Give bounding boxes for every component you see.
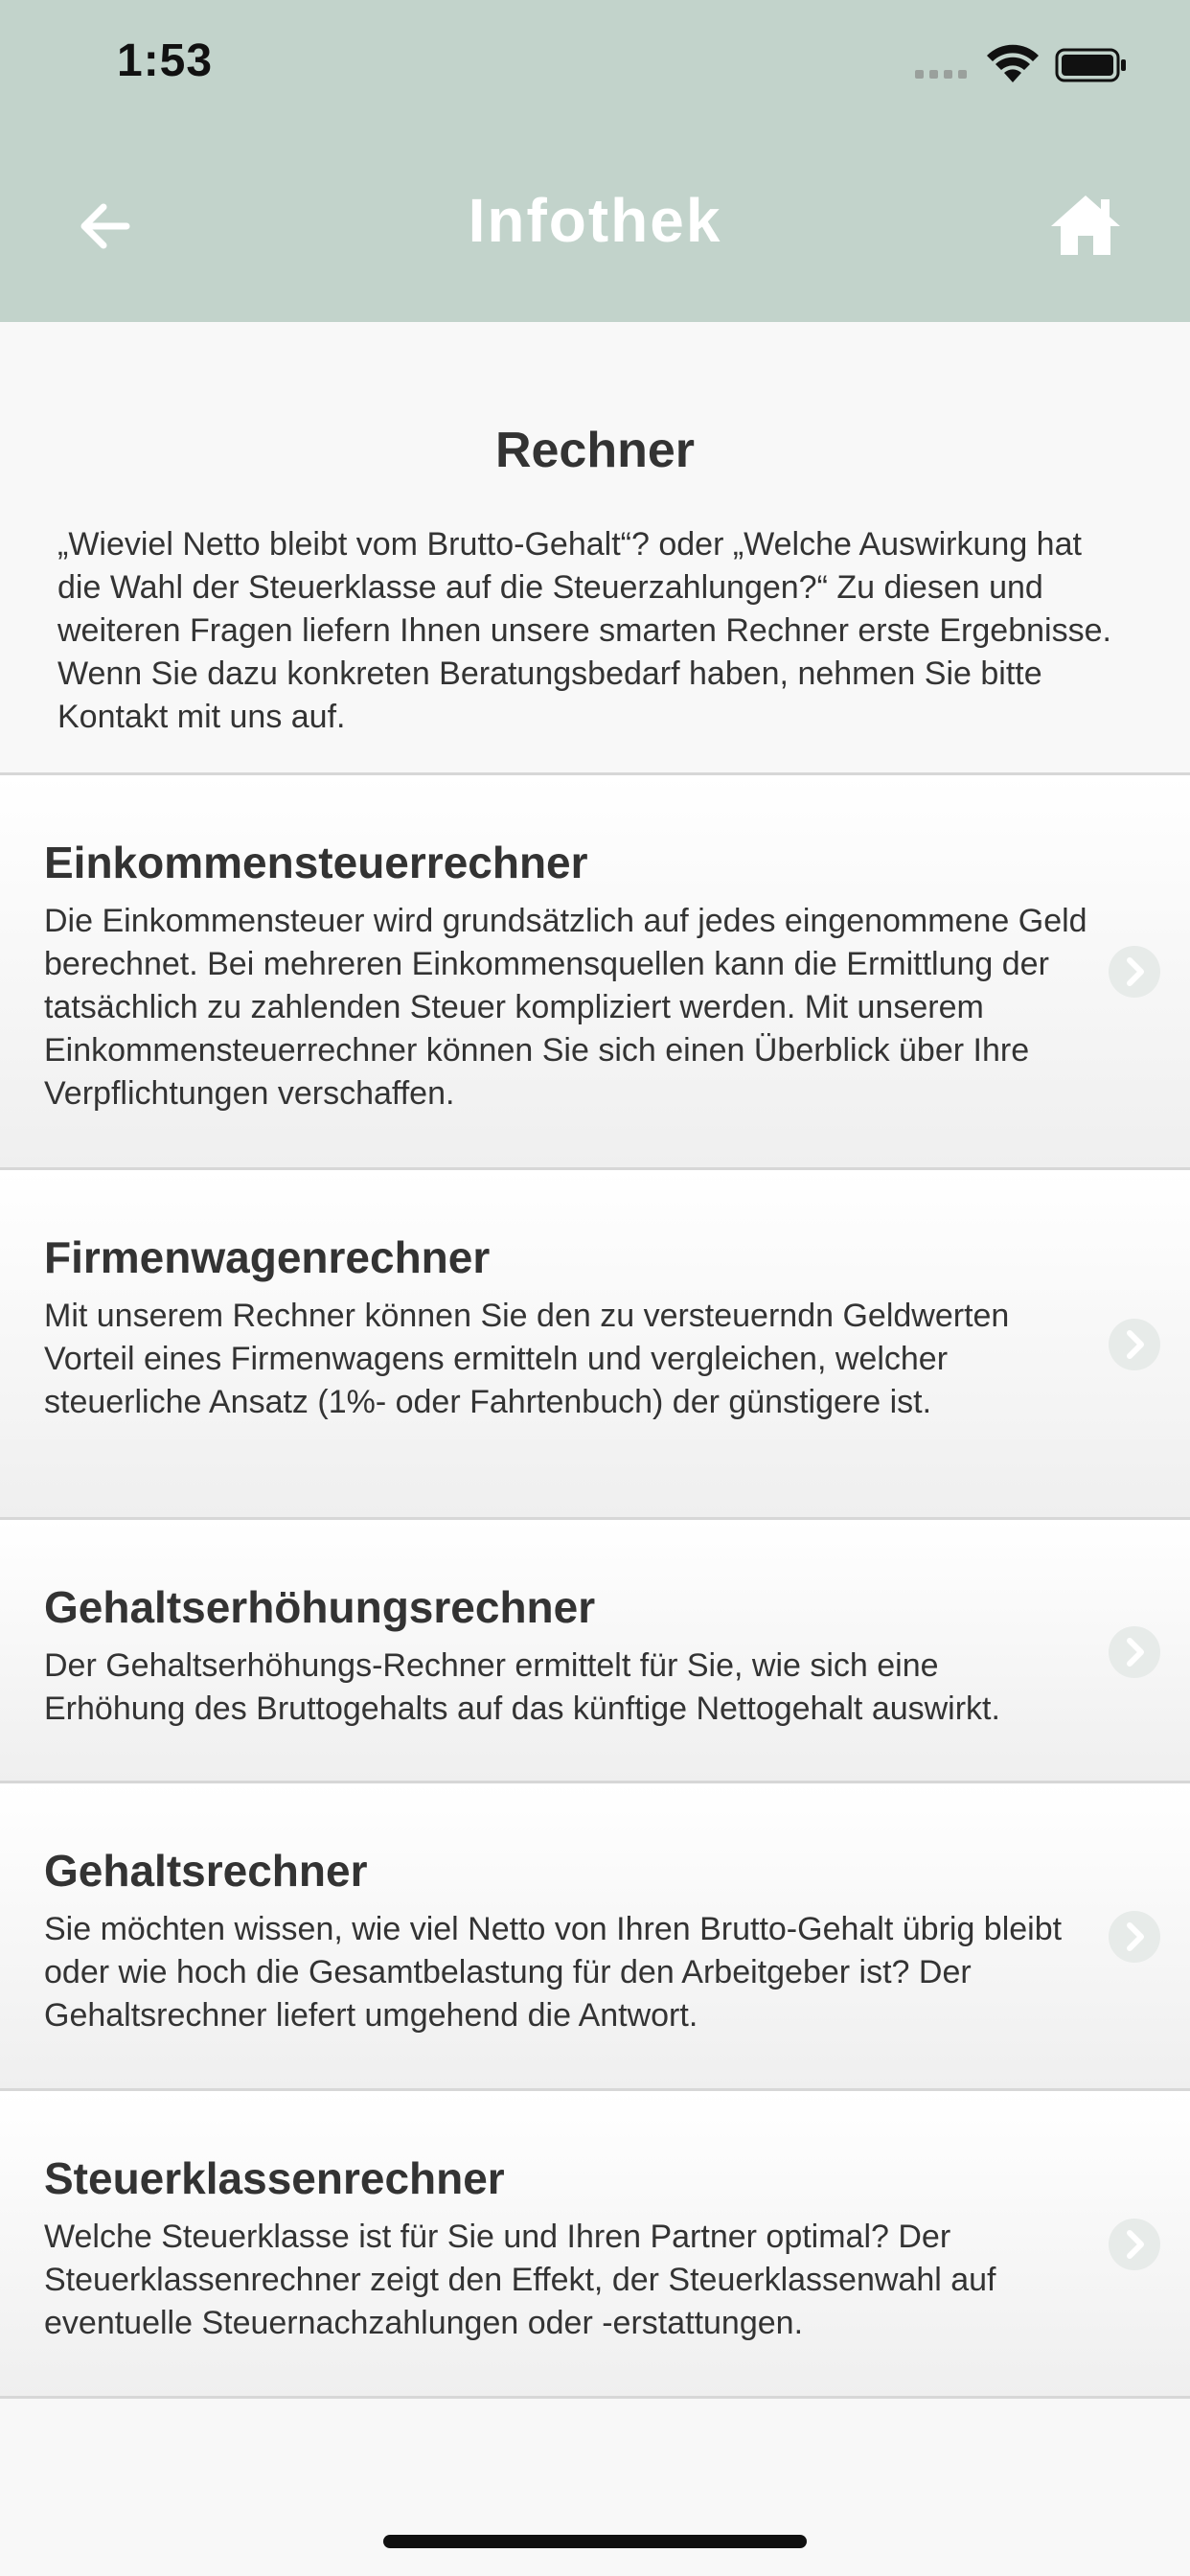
page-title: Infothek — [468, 186, 722, 255]
chevron-right-icon — [1109, 2219, 1160, 2270]
intro-section: Rechner „Wieviel Netto bleibt vom Brutto… — [0, 322, 1190, 775]
home-indicator[interactable] — [383, 2535, 807, 2548]
calculator-item-steuerklassen[interactable]: Steuerklassenrechner Welche Steuerklasse… — [0, 2091, 1190, 2399]
battery-icon — [1055, 48, 1126, 82]
item-description: Die Einkommensteuer wird grundsätzlich a… — [44, 903, 1087, 1112]
chevron-right-icon — [1109, 1911, 1160, 1963]
chevron-right-icon — [1109, 1626, 1160, 1678]
wifi-icon — [987, 44, 1039, 82]
item-title: Firmenwagenrechner — [44, 1232, 491, 1282]
status-time: 1:53 — [117, 35, 214, 86]
home-icon[interactable] — [1049, 192, 1122, 259]
item-description: Mit unserem Rechner können Sie den zu ve… — [44, 1298, 1010, 1420]
calculator-item-gehaltserhoehung[interactable]: Gehaltserhöhungsrechner Der Gehaltserhöh… — [0, 1520, 1190, 1783]
chevron-right-icon — [1109, 1319, 1160, 1370]
item-title: Einkommensteuerrechner — [44, 838, 588, 887]
app-header: 1:53 Infothek — [0, 0, 1190, 322]
item-title: Gehaltserhöhungsrechner — [44, 1582, 596, 1632]
cellular-signal-icon — [915, 70, 973, 80]
calculator-item-einkommensteuer[interactable]: Einkommensteuerrechner Die Einkommensteu… — [0, 775, 1190, 1170]
section-title: Rechner — [494, 423, 696, 478]
intro-text: „Wieviel Netto bleibt vom Brutto-Gehalt“… — [57, 526, 1111, 735]
item-title: Gehaltsrechner — [44, 1846, 368, 1896]
calculator-item-gehalt[interactable]: Gehaltsrechner Sie möchten wissen, wie v… — [0, 1783, 1190, 2091]
item-description: Der Gehaltserhöhungs-Rechner ermittelt f… — [44, 1647, 1000, 1727]
item-description: Sie möchten wissen, wie viel Netto von I… — [44, 1911, 1063, 2034]
item-title: Steuerklassenrechner — [44, 2153, 505, 2203]
item-description: Welche Steuerklasse ist für Sie und Ihre… — [44, 2219, 996, 2341]
calculator-item-firmenwagen[interactable]: Firmenwagenrechner Mit unserem Rechner k… — [0, 1170, 1190, 1520]
chevron-right-icon — [1109, 946, 1160, 998]
